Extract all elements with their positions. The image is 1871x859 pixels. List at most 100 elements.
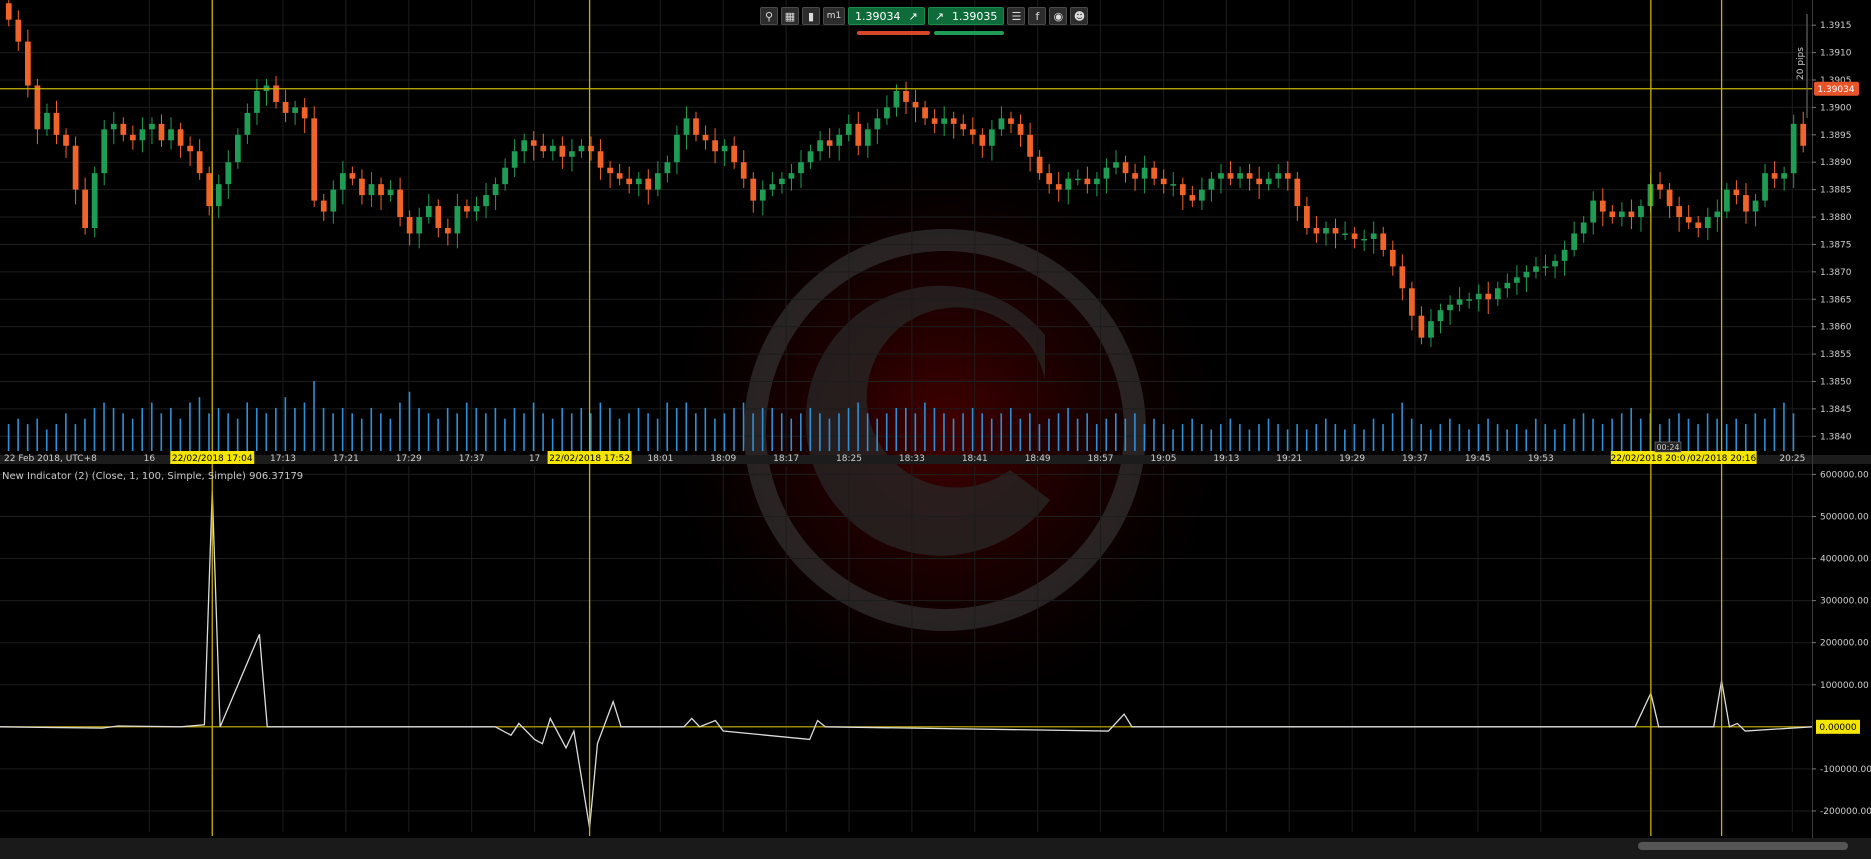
candle <box>817 140 823 152</box>
volume-bar <box>1735 418 1738 451</box>
volume-bar <box>666 402 668 451</box>
candle <box>798 162 804 174</box>
volume-bar <box>55 424 58 451</box>
sell-price-button[interactable]: 1.39034 ↗ <box>848 7 925 25</box>
x-tick-label: 19:21 <box>1276 454 1302 464</box>
x-tick-label: 18:57 <box>1088 454 1114 464</box>
candle <box>769 184 776 190</box>
candle <box>311 118 318 201</box>
x-tick-label: 18:33 <box>899 454 925 464</box>
volume-bar <box>112 407 115 451</box>
volume-bar <box>1324 418 1327 451</box>
volume-bar <box>1315 424 1318 451</box>
volume-bar <box>303 402 306 451</box>
buy-price: 1.39035 <box>951 9 998 23</box>
candle <box>168 129 174 141</box>
volume-bar <box>17 418 19 451</box>
candle <box>1046 173 1053 185</box>
x-tick-label: 19:13 <box>1213 454 1239 464</box>
candle <box>1666 189 1673 207</box>
volume-bar <box>1095 424 1098 451</box>
volume-bar <box>551 418 554 451</box>
candle <box>549 145 556 152</box>
candle <box>359 178 365 196</box>
candle <box>368 184 375 196</box>
candle <box>1332 228 1339 234</box>
x-tick-label: 18:01 <box>647 454 673 464</box>
candle <box>34 85 41 130</box>
volume-bar <box>943 413 945 451</box>
volume-bar <box>1134 413 1136 451</box>
candle <box>1103 167 1110 179</box>
chart-settings-icon[interactable]: ▦ <box>781 7 799 25</box>
list-icon[interactable]: ☰ <box>1007 7 1026 25</box>
scrollbar-thumb[interactable] <box>1638 842 1848 850</box>
candle <box>540 145 547 152</box>
candle <box>82 189 88 228</box>
volume-bar <box>1420 424 1423 451</box>
buy-price-button[interactable]: ↗ 1.39035 <box>927 7 1005 25</box>
y-tick-label: 600000.00 <box>1820 470 1869 480</box>
time-tag-label: 00:24 <box>1656 443 1679 452</box>
candle <box>1074 178 1081 181</box>
candle <box>912 101 919 108</box>
candle <box>1580 222 1587 234</box>
candles-icon[interactable]: ▮ <box>802 7 820 25</box>
volume-bar <box>294 407 296 451</box>
candle <box>397 189 403 218</box>
candle <box>836 134 843 146</box>
volume-bar <box>380 413 382 451</box>
candle <box>1151 167 1158 179</box>
volume-bar <box>542 413 544 451</box>
volume-bar <box>704 407 707 451</box>
chart-stage[interactable]: 1.39151.39101.39051.39001.38951.38901.38… <box>0 0 1871 859</box>
candle <box>1685 217 1692 223</box>
volume-bar <box>742 402 745 451</box>
chart-toolbar: ⚲ ▦ ▮ m1 1.39034 ↗ ↗ 1.39035 ☰ f ◉ ☻ <box>760 6 1089 26</box>
volume-bar <box>1458 424 1461 451</box>
y-tick-label: 1.3885 <box>1820 186 1852 196</box>
volume-bar <box>866 413 869 451</box>
candle <box>607 167 613 174</box>
candle <box>788 173 795 179</box>
candle <box>1418 315 1425 338</box>
candle <box>473 206 480 212</box>
volume-bar <box>504 418 506 451</box>
volume-bar <box>1334 424 1337 451</box>
volume-bar <box>1592 418 1594 451</box>
volume-bar <box>65 413 67 451</box>
volume-bar <box>26 424 29 451</box>
candle <box>712 140 718 152</box>
volume-bar <box>1410 418 1413 451</box>
volume-bar <box>1143 424 1146 451</box>
volume-bar <box>427 413 430 451</box>
buy-bar <box>934 31 1004 35</box>
candle <box>177 129 184 146</box>
volume-bar <box>1019 418 1022 451</box>
profile-icon[interactable]: ☻ <box>1070 7 1089 25</box>
horizontal-scrollbar[interactable] <box>0 838 1871 859</box>
volume-bar <box>36 418 39 451</box>
volume-bar <box>227 413 229 451</box>
volume-bar <box>809 407 812 451</box>
candle <box>1189 195 1196 201</box>
volume-bar <box>1783 402 1785 451</box>
candle <box>1132 173 1138 179</box>
candle <box>1552 260 1558 267</box>
volume-bar <box>733 407 735 451</box>
zoom-icon[interactable]: ⚲ <box>760 7 778 25</box>
candle <box>1256 178 1263 185</box>
x-tick-label: 17:21 <box>333 454 359 464</box>
y-tick-label: 1.3910 <box>1820 49 1852 59</box>
volume-bar <box>828 418 831 451</box>
volume-bar <box>1744 424 1747 451</box>
candle <box>922 107 928 119</box>
candle <box>1590 200 1597 223</box>
candle <box>1179 184 1186 196</box>
candle <box>1265 178 1272 185</box>
candle <box>1199 189 1205 201</box>
facebook-icon[interactable]: f <box>1028 7 1047 25</box>
share-icon[interactable]: ◉ <box>1049 7 1068 25</box>
timeframe-button[interactable]: m1 <box>823 7 845 25</box>
candle <box>855 123 862 146</box>
